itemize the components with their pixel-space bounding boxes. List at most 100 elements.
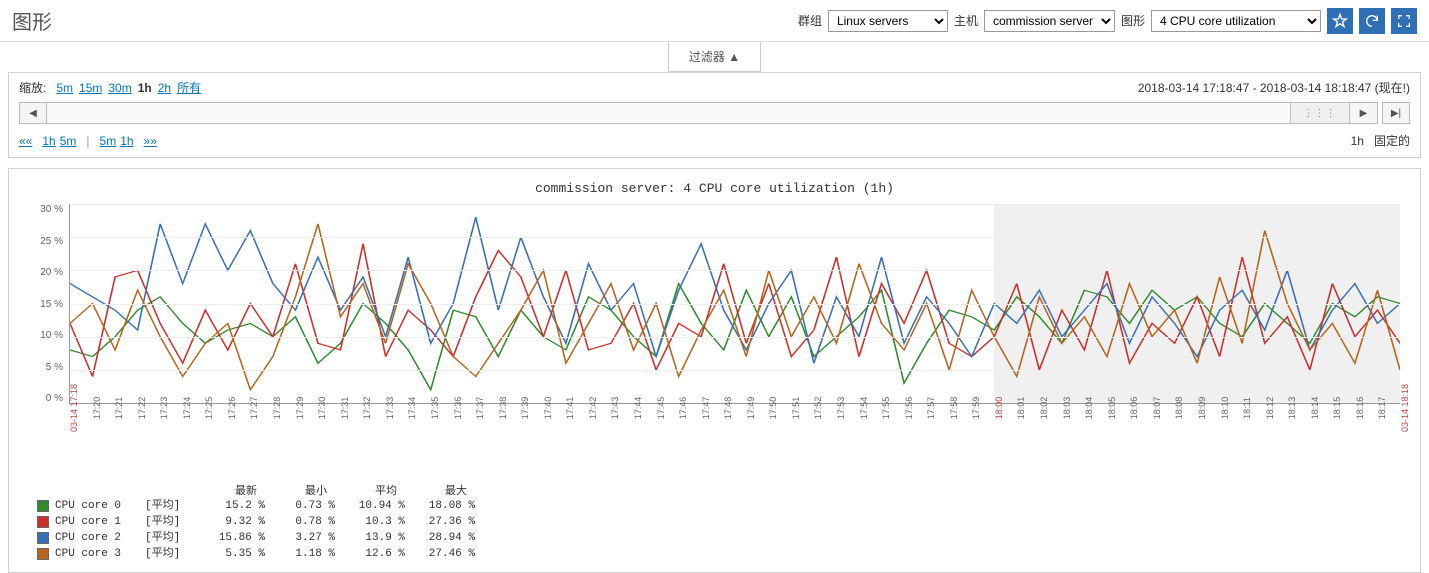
legend-name: CPU core 3 [55, 546, 145, 562]
favorite-button[interactable] [1327, 8, 1353, 34]
legend-value: 3.27 % [265, 530, 335, 546]
legend: 最新最小平均最大 CPU core 0[平均]15.2 %0.73 %10.94… [37, 482, 1400, 562]
x-tick: 17:48 [723, 397, 733, 420]
legend-value: 10.94 % [335, 498, 405, 514]
filter-tab-row: 过滤器 ▲ [0, 42, 1429, 72]
zoom-option-30m[interactable]: 30m [108, 81, 131, 95]
legend-swatch [37, 516, 49, 528]
x-tick: 17:59 [971, 397, 981, 420]
graph-select[interactable]: 4 CPU core utilization [1151, 10, 1321, 32]
nav-back-1h[interactable]: 1h [42, 134, 55, 148]
slider-track[interactable]: ⋮⋮⋮ [47, 102, 1350, 124]
nav-fwd-5m[interactable]: 5m [100, 134, 117, 148]
gridline [70, 337, 1400, 338]
legend-value: 15.2 % [195, 498, 265, 514]
zoom-option-所有[interactable]: 所有 [177, 81, 201, 95]
x-tick: 18:07 [1152, 397, 1162, 420]
host-select[interactable]: commission server [984, 10, 1115, 32]
x-tick: 03-14 18:18 [1400, 384, 1410, 432]
x-tick: 17:52 [813, 397, 823, 420]
legend-avg-label: [平均] [145, 514, 195, 530]
chart-panel: commission server: 4 CPU core utilizatio… [8, 168, 1421, 573]
legend-row: CPU core 1[平均]9.32 %0.78 %10.3 %27.36 % [37, 514, 1400, 530]
gridline [70, 270, 1400, 271]
y-tick: 15 % [40, 299, 63, 310]
x-tick: 18:13 [1287, 397, 1297, 420]
filter-toggle[interactable]: 过滤器 ▲ [668, 42, 761, 72]
gridline [70, 204, 1400, 205]
nav-row: «« 1h5m | 5m1h »» 1h 固定的 [9, 128, 1420, 157]
slider-grip[interactable]: ⋮⋮⋮ [1290, 103, 1350, 123]
x-tick: 18:06 [1129, 397, 1139, 420]
x-tick: 03-14 17:18 [69, 384, 79, 432]
header-controls: 群组 Linux servers 主机 commission server 图形… [798, 8, 1417, 34]
x-tick: 18:11 [1242, 397, 1252, 419]
x-tick: 17:51 [791, 397, 801, 420]
y-axis: 30 %25 %20 %15 %10 %5 %0 % [29, 204, 69, 404]
zoom-option-15m[interactable]: 15m [79, 81, 102, 95]
y-tick: 5 % [46, 362, 63, 373]
x-tick: 18:01 [1016, 397, 1026, 420]
legend-value: 0.78 % [265, 514, 335, 530]
legend-value: 18.08 % [405, 498, 475, 514]
nav-back-5m[interactable]: 5m [60, 134, 77, 148]
x-tick: 17:46 [678, 397, 688, 420]
legend-header: 最大 [397, 482, 467, 498]
zoom-option-5m[interactable]: 5m [56, 81, 73, 95]
x-tick: 18:14 [1310, 397, 1320, 420]
legend-header: 平均 [327, 482, 397, 498]
x-tick: 17:28 [272, 397, 282, 420]
x-tick: 17:26 [227, 397, 237, 420]
gridline [70, 370, 1400, 371]
graph-label: 图形 [1121, 12, 1145, 29]
x-tick: 18:03 [1062, 397, 1072, 420]
legend-value: 12.6 % [335, 546, 405, 562]
fullscreen-icon [1396, 13, 1412, 29]
x-tick: 17:49 [746, 397, 756, 420]
x-tick: 17:33 [385, 397, 395, 420]
refresh-button[interactable] [1359, 8, 1385, 34]
x-tick: 17:45 [656, 397, 666, 420]
y-tick: 10 % [40, 330, 63, 341]
time-control-panel: 缩放: 5m15m30m1h2h所有 2018-03-14 17:18:47 -… [8, 72, 1421, 158]
legend-value: 13.9 % [335, 530, 405, 546]
legend-row: CPU core 2[平均]15.86 %3.27 %13.9 %28.94 % [37, 530, 1400, 546]
nav-separator: | [86, 134, 89, 148]
x-tick: 17:50 [768, 397, 778, 420]
x-tick: 18:04 [1084, 397, 1094, 420]
legend-name: CPU core 1 [55, 514, 145, 530]
x-tick: 17:23 [159, 397, 169, 420]
group-label: 群组 [798, 12, 822, 29]
slider-next-button[interactable]: ▶ [1350, 102, 1378, 124]
legend-swatch [37, 532, 49, 544]
zoom-option-1h[interactable]: 1h [138, 81, 152, 95]
legend-avg-label: [平均] [145, 546, 195, 562]
legend-value: 28.94 % [405, 530, 475, 546]
nav-fast-back[interactable]: «« [19, 134, 32, 148]
group-select[interactable]: Linux servers [828, 10, 948, 32]
x-tick: 17:54 [859, 397, 869, 420]
legend-value: 15.86 % [195, 530, 265, 546]
x-tick: 18:00 [994, 397, 1004, 420]
nav-fwd-1h[interactable]: 1h [120, 134, 133, 148]
slider-prev-button[interactable]: ◀ [19, 102, 47, 124]
legend-avg-label: [平均] [145, 530, 195, 546]
legend-swatch [37, 500, 49, 512]
x-tick: 17:44 [633, 397, 643, 420]
x-tick: 17:34 [407, 397, 417, 420]
legend-value: 9.32 % [195, 514, 265, 530]
legend-swatch [37, 548, 49, 560]
x-tick: 17:31 [340, 397, 350, 420]
x-tick: 18:08 [1174, 397, 1184, 420]
x-tick: 17:40 [543, 397, 553, 420]
gridline [70, 237, 1400, 238]
slider-end-button[interactable]: ▶| [1382, 102, 1410, 124]
chart-title: commission server: 4 CPU core utilizatio… [29, 181, 1400, 196]
nav-fast-forward[interactable]: »» [144, 134, 157, 148]
x-tick: 17:56 [904, 397, 914, 420]
slider-row: ◀ ⋮⋮⋮ ▶ ▶| [9, 102, 1420, 128]
legend-value: 1.18 % [265, 546, 335, 562]
page-title: 图形 [12, 6, 52, 35]
fullscreen-button[interactable] [1391, 8, 1417, 34]
zoom-option-2h[interactable]: 2h [158, 81, 171, 95]
